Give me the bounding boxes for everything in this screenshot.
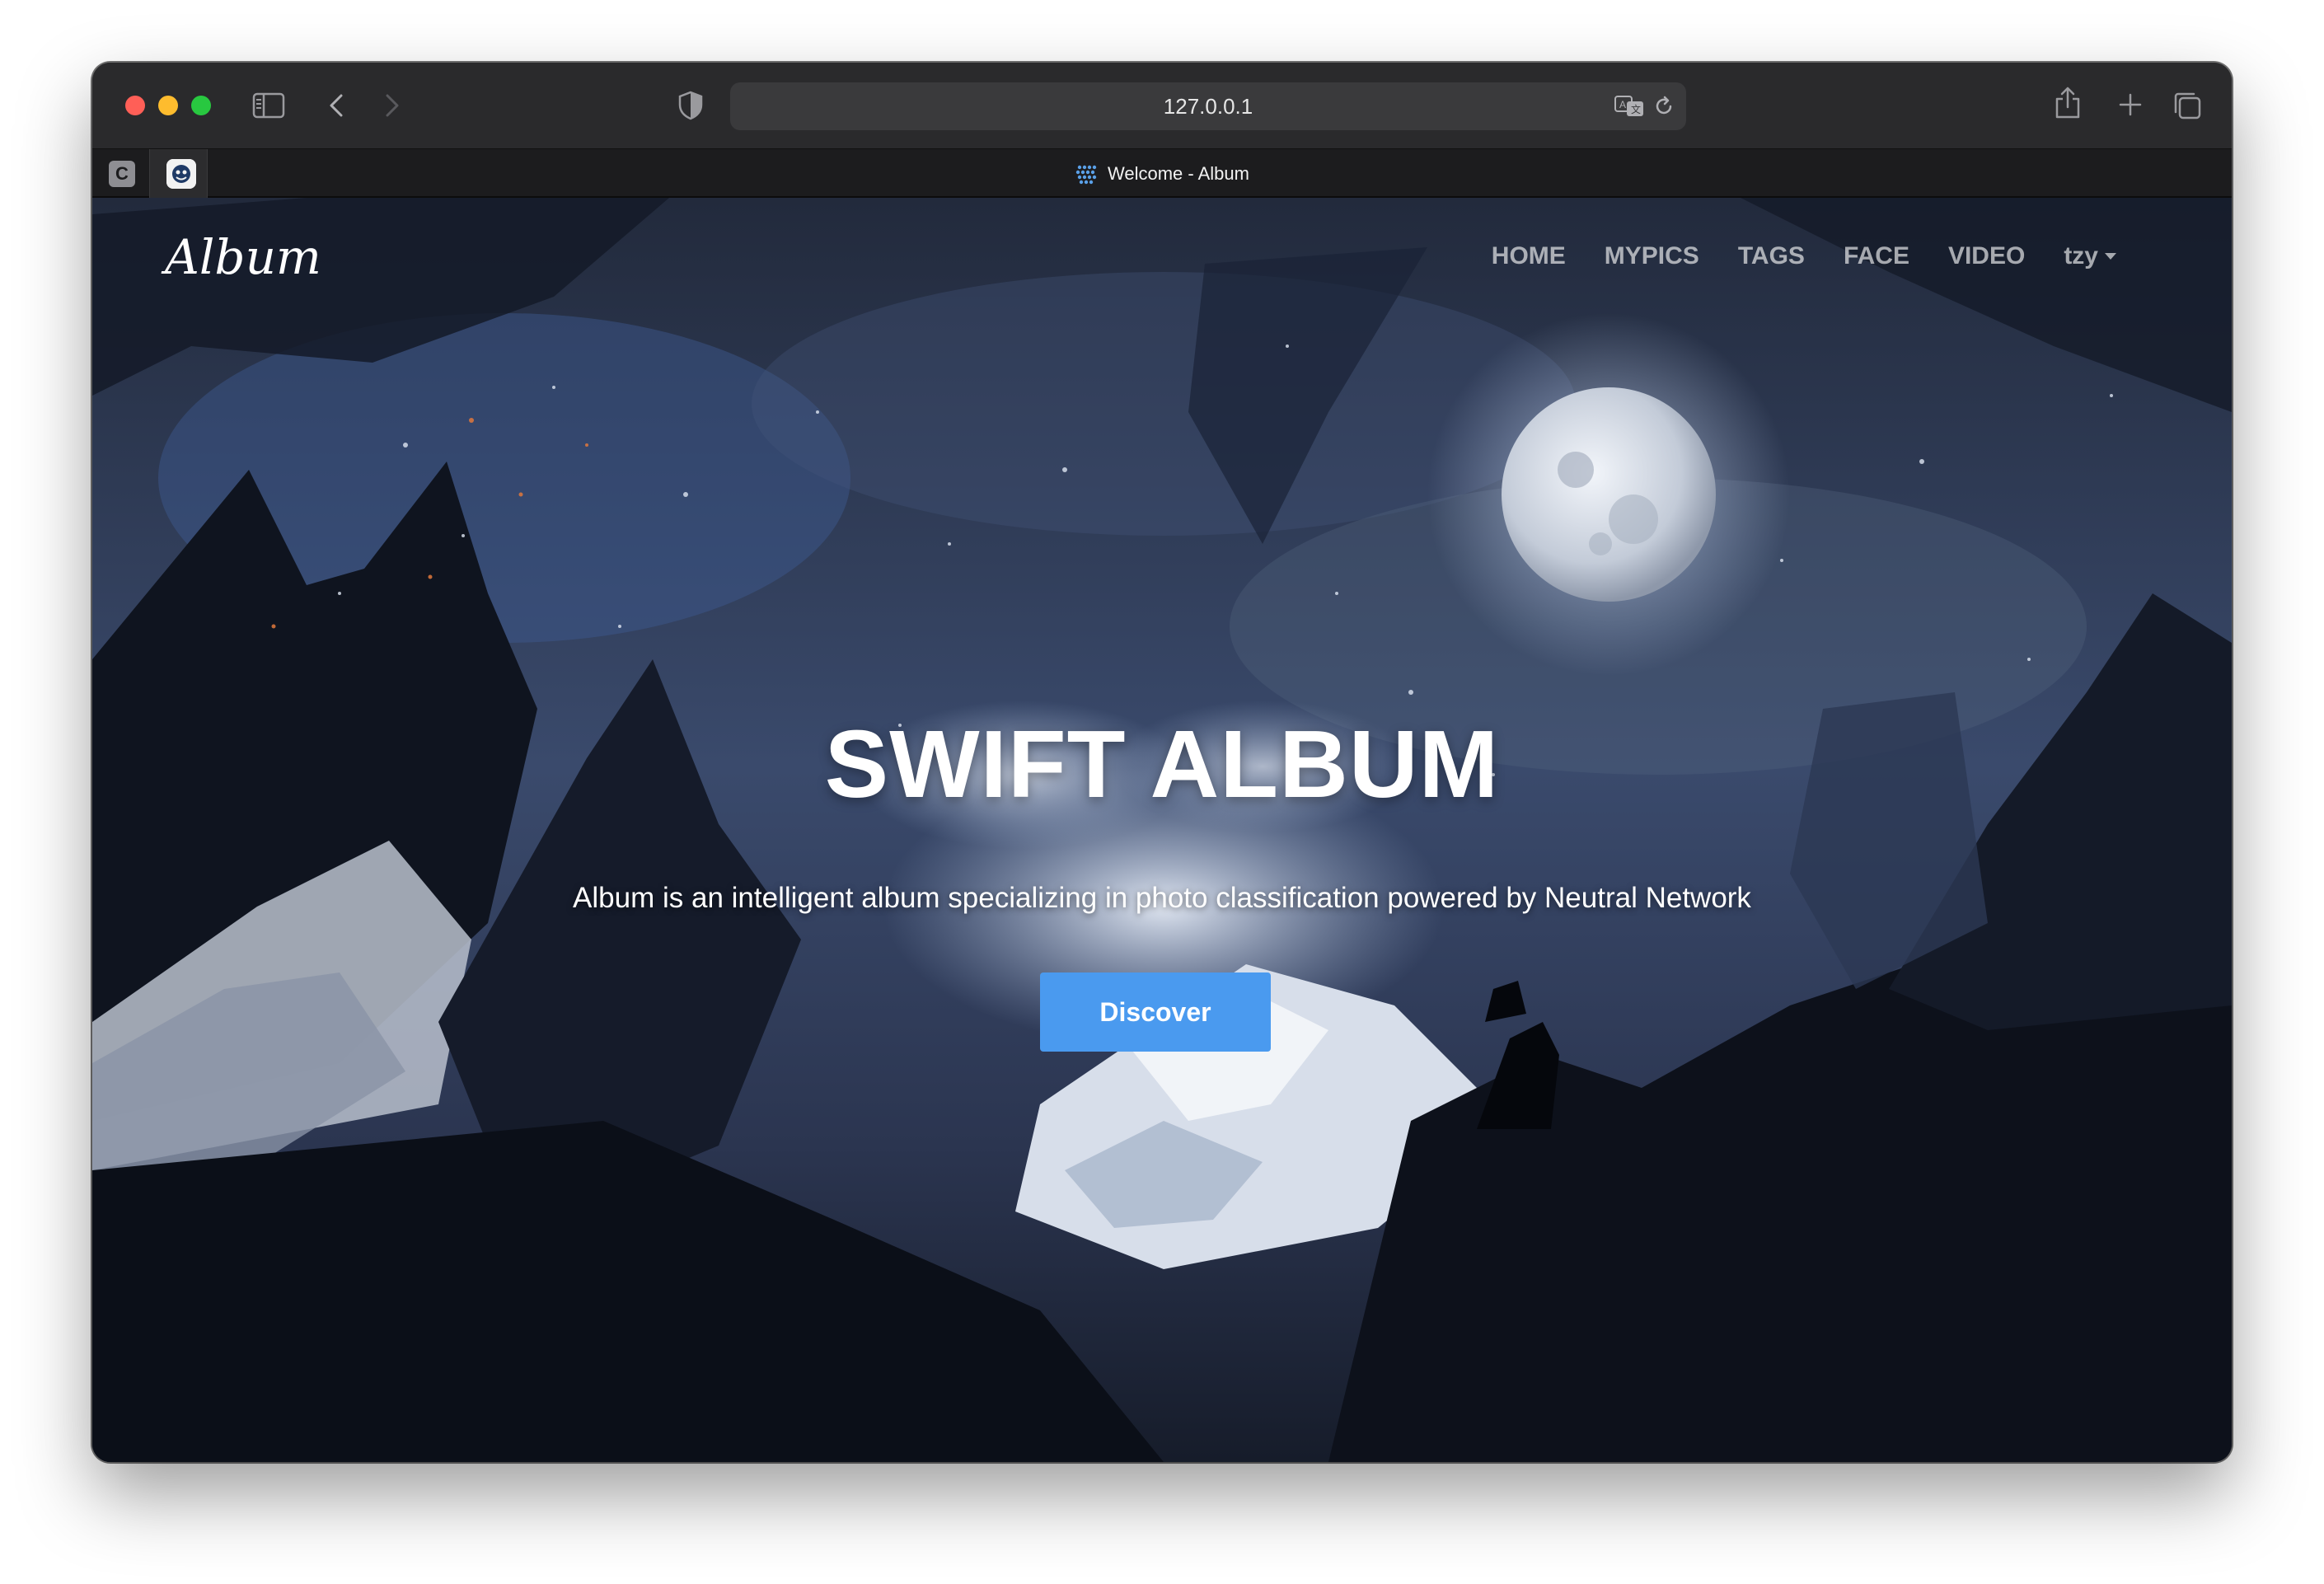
- active-tab[interactable]: Welcome - Album: [92, 149, 2232, 199]
- browser-window: 127.0.0.1 A 文 Welcome - Album C Album HO…: [92, 63, 2232, 1462]
- site-favicon-icon: [1075, 165, 1097, 185]
- pinned-tab-c[interactable]: C: [92, 149, 150, 199]
- page-viewport: Album HOME MYPICS TAGS FACE VIDEO tzy SW…: [92, 198, 2232, 1462]
- svg-text:A: A: [1619, 99, 1626, 110]
- forward-icon[interactable]: [382, 92, 402, 119]
- nav-video[interactable]: VIDEO: [1948, 242, 2025, 270]
- discover-button[interactable]: Discover: [1040, 972, 1271, 1052]
- pinned-tab-app[interactable]: [150, 149, 208, 199]
- nav-tags[interactable]: TAGS: [1738, 242, 1805, 270]
- close-window-button[interactable]: [125, 96, 145, 115]
- user-menu-dropdown[interactable]: tzy: [2064, 242, 2116, 270]
- svg-text:文: 文: [1631, 103, 1641, 115]
- hero-background-illustration: [92, 198, 2232, 1462]
- tab-bar: Welcome - Album C: [92, 148, 2232, 199]
- address-text: 127.0.0.1: [1163, 94, 1253, 119]
- minimize-window-button[interactable]: [158, 96, 178, 115]
- reload-icon[interactable]: [1653, 96, 1675, 117]
- new-tab-icon[interactable]: [2118, 92, 2143, 117]
- sidebar-icon[interactable]: [252, 92, 285, 119]
- pinned-tab-label: C: [109, 161, 135, 187]
- back-icon[interactable]: [326, 92, 346, 119]
- hero-title: SWIFT ALBUM: [824, 710, 1500, 818]
- hero-subtitle: Album is an intelligent album specializi…: [573, 882, 1751, 914]
- tab-title: Welcome - Album: [1108, 163, 1249, 184]
- share-icon[interactable]: [2054, 86, 2082, 120]
- address-bar[interactable]: 127.0.0.1 A 文: [730, 82, 1686, 130]
- shield-icon[interactable]: [677, 91, 704, 120]
- tab-overview-icon[interactable]: [2172, 91, 2202, 120]
- nav-mypics[interactable]: MYPICS: [1605, 242, 1699, 270]
- user-name: tzy: [2064, 242, 2098, 269]
- maximize-window-button[interactable]: [191, 96, 211, 115]
- site-brand-logo[interactable]: Album: [165, 229, 321, 285]
- browser-toolbar: 127.0.0.1 A 文: [92, 63, 2232, 148]
- main-navigation: HOME MYPICS TAGS FACE VIDEO tzy: [1453, 242, 2116, 270]
- nav-face[interactable]: FACE: [1844, 242, 1909, 270]
- nav-home[interactable]: HOME: [1492, 242, 1566, 270]
- app-logo-icon: [166, 159, 196, 189]
- chevron-down-icon: [2105, 253, 2116, 260]
- translate-icon[interactable]: A 文: [1614, 94, 1647, 119]
